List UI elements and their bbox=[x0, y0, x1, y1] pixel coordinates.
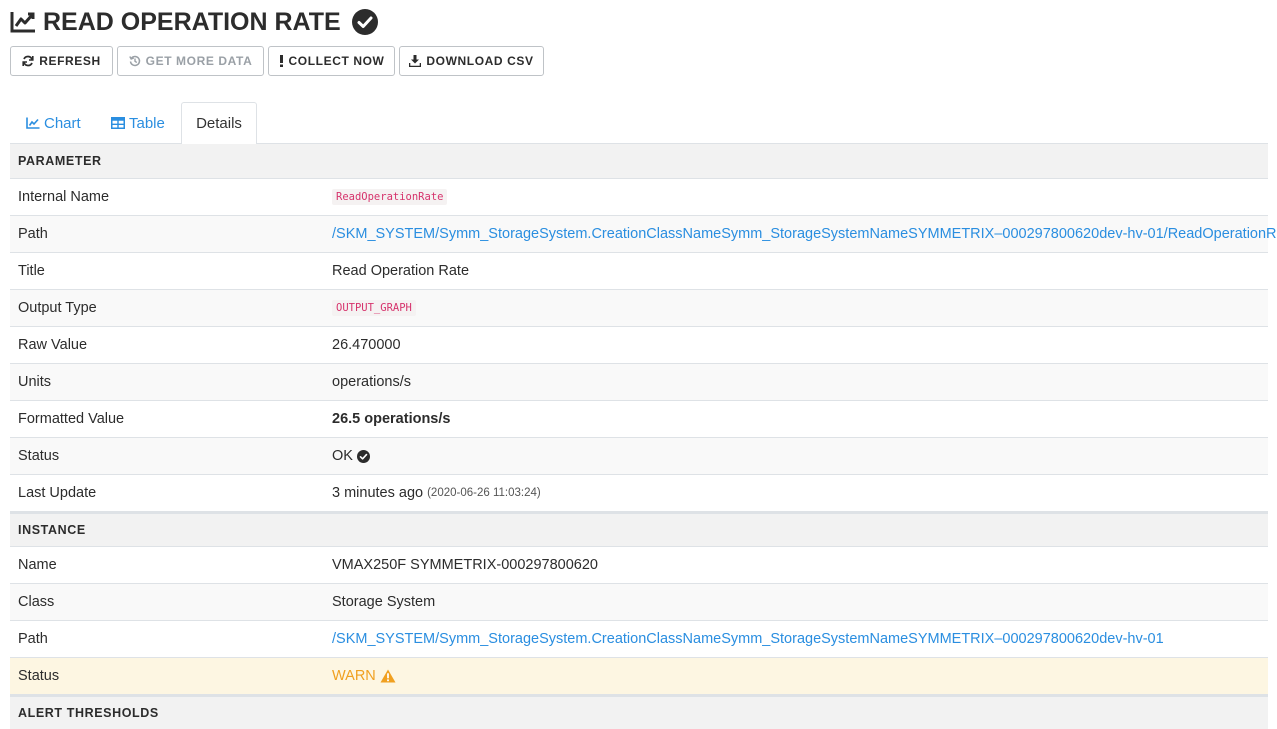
row-label: Output Type bbox=[18, 300, 97, 316]
page-header: READ OPERATION RATE bbox=[10, 7, 378, 37]
table-row: Class Storage System bbox=[10, 584, 1268, 621]
tab-details[interactable]: Details bbox=[181, 102, 257, 145]
table-icon bbox=[111, 117, 125, 129]
row-label: Status bbox=[18, 448, 60, 464]
status-warn-text: WARN bbox=[332, 668, 376, 684]
warning-icon bbox=[380, 669, 396, 683]
output-type-value: OUTPUT_GRAPH bbox=[332, 300, 416, 316]
row-label: Title bbox=[18, 263, 45, 279]
section-header-instance: INSTANCE bbox=[10, 512, 1268, 547]
row-label: Path bbox=[18, 226, 48, 242]
table-row: Last Update 3 minutes ago (2020-06-26 11… bbox=[10, 475, 1268, 512]
toolbar: REFRESH GET MORE DATA COLLECT NOW DOWNLO… bbox=[10, 46, 548, 76]
get-more-data-button[interactable]: GET MORE DATA bbox=[117, 46, 264, 76]
tab-table[interactable]: Table bbox=[111, 102, 165, 144]
details-table: PARAMETER Internal Name ReadOperationRat… bbox=[10, 144, 1277, 729]
row-label: Class bbox=[18, 594, 55, 610]
row-label: Units bbox=[18, 374, 52, 390]
refresh-button[interactable]: REFRESH bbox=[10, 46, 113, 76]
refresh-label: REFRESH bbox=[39, 54, 101, 68]
internal-name-value: ReadOperationRate bbox=[332, 189, 448, 205]
section-header-alert-thresholds: ALERT THRESHOLDS bbox=[10, 695, 1268, 729]
table-row: Formatted Value 26.5 operations/s bbox=[10, 401, 1268, 438]
collect-now-label: COLLECT NOW bbox=[288, 54, 385, 68]
table-row: Title Read Operation Rate bbox=[10, 253, 1268, 290]
status-ok-text: OK bbox=[332, 448, 353, 464]
history-icon bbox=[128, 55, 140, 67]
instance-path-link[interactable]: /SKM_SYSTEM/Symm_StorageSystem.CreationC… bbox=[332, 621, 1164, 657]
table-row: Path /SKM_SYSTEM/Symm_StorageSystem.Crea… bbox=[10, 621, 1268, 658]
check-circle-icon bbox=[356, 449, 370, 463]
title-value: Read Operation Rate bbox=[332, 263, 470, 279]
download-icon bbox=[409, 55, 422, 67]
download-csv-label: DOWNLOAD CSV bbox=[426, 54, 534, 68]
tab-details-label: Details bbox=[196, 115, 242, 132]
table-row: Status OK bbox=[10, 438, 1268, 475]
row-label: Status bbox=[18, 668, 60, 684]
section-header-parameter: PARAMETER bbox=[10, 144, 1268, 179]
row-label: Formatted Value bbox=[18, 411, 125, 427]
page-title: READ OPERATION RATE bbox=[43, 7, 341, 36]
status-cell: OK bbox=[332, 438, 370, 474]
table-row: Name VMAX250F SYMMETRIX-000297800620 bbox=[10, 547, 1268, 584]
tab-chart-label: Chart bbox=[44, 114, 81, 132]
parameter-path-link[interactable]: /SKM_SYSTEM/Symm_StorageSystem.CreationC… bbox=[332, 216, 1277, 252]
row-label: Path bbox=[18, 631, 48, 647]
last-update-cell: 3 minutes ago (2020-06-26 11:03:24) bbox=[332, 475, 541, 511]
last-update-timestamp: (2020-06-26 11:03:24) bbox=[427, 487, 541, 499]
table-row: Path /SKM_SYSTEM/Symm_StorageSystem.Crea… bbox=[10, 216, 1277, 253]
download-csv-button[interactable]: DOWNLOAD CSV bbox=[399, 46, 544, 76]
tab-table-label: Table bbox=[129, 114, 165, 132]
instance-name-value: VMAX250F SYMMETRIX-000297800620 bbox=[332, 557, 598, 573]
table-row: Output Type OUTPUT_GRAPH bbox=[10, 290, 1268, 327]
raw-value: 26.470000 bbox=[332, 337, 401, 353]
refresh-icon bbox=[22, 55, 34, 67]
units-value: operations/s bbox=[332, 374, 411, 390]
row-label: Internal Name bbox=[18, 189, 110, 205]
table-row: Raw Value 26.470000 bbox=[10, 327, 1268, 364]
line-chart-icon bbox=[10, 11, 36, 33]
formatted-value: 26.5 operations/s bbox=[332, 411, 451, 427]
instance-class-value: Storage System bbox=[332, 594, 436, 610]
tab-chart[interactable]: Chart bbox=[26, 102, 81, 144]
table-row: Status WARN bbox=[10, 658, 1268, 695]
exclamation-icon bbox=[279, 55, 283, 67]
row-label: Last Update bbox=[18, 485, 97, 501]
instance-status-cell: WARN bbox=[332, 658, 396, 694]
check-circle-icon bbox=[351, 9, 378, 35]
table-row: Units operations/s bbox=[10, 364, 1268, 401]
row-label: Raw Value bbox=[18, 337, 88, 353]
line-chart-icon bbox=[26, 117, 40, 129]
table-row: Internal Name ReadOperationRate bbox=[10, 179, 1268, 216]
row-label: Name bbox=[18, 557, 57, 573]
collect-now-button[interactable]: COLLECT NOW bbox=[268, 46, 395, 76]
last-update-relative: 3 minutes ago bbox=[332, 485, 424, 501]
get-more-data-label: GET MORE DATA bbox=[145, 54, 253, 68]
tab-bar: Chart Table Details bbox=[10, 102, 1268, 145]
